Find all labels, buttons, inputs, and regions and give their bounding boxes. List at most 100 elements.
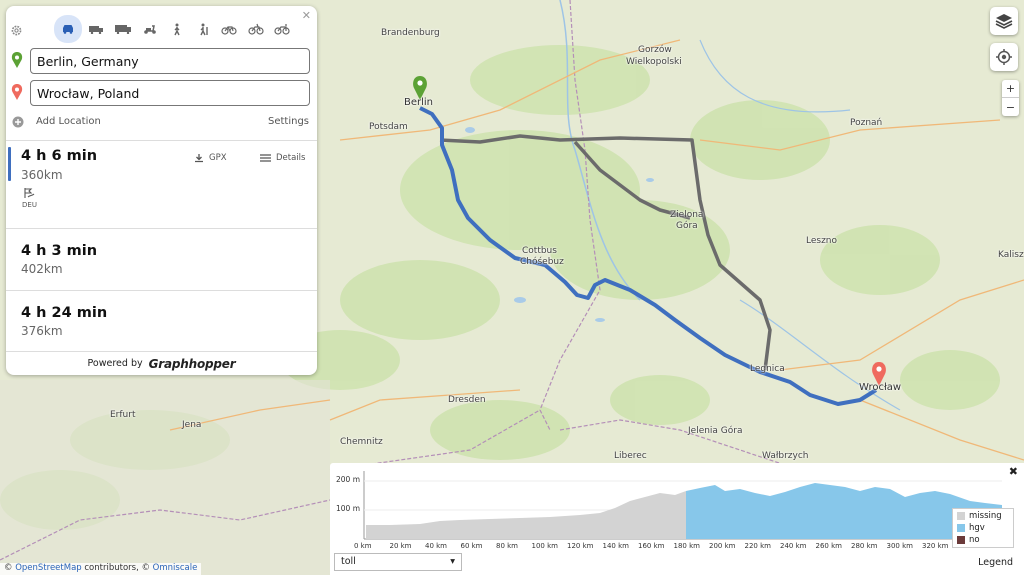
map-label: Kalisz bbox=[998, 250, 1024, 260]
map-label: Leszno bbox=[806, 236, 838, 246]
locate-icon bbox=[996, 49, 1012, 65]
x-tick: 320 km bbox=[922, 542, 949, 550]
border-crossing-icon bbox=[24, 188, 35, 198]
map-label: Poznań bbox=[850, 118, 883, 128]
graphhopper-logo[interactable]: Graphhopper bbox=[149, 357, 236, 371]
chevron-down-icon: ▾ bbox=[450, 556, 455, 567]
gpx-label: GPX bbox=[209, 153, 227, 163]
car-icon[interactable] bbox=[54, 15, 82, 43]
x-tick: 300 km bbox=[886, 542, 913, 550]
legend-toggle[interactable]: Legend bbox=[978, 557, 1013, 568]
x-tick: 220 km bbox=[744, 542, 771, 550]
route-option-2[interactable]: 4 h 3 min 402km bbox=[6, 228, 317, 290]
layers-icon bbox=[995, 14, 1013, 29]
elevation-chart bbox=[363, 471, 1002, 540]
route-option-3[interactable]: 4 h 24 min 376km bbox=[6, 290, 317, 351]
elevation-panel: ✖ 200 m 100 m 0 km 20 km 40 km 60 km 80 km 10… bbox=[330, 463, 1024, 575]
legend-item-hgv: hgv bbox=[957, 522, 1013, 534]
detail-select-value: toll bbox=[341, 556, 356, 567]
racingbike-icon[interactable] bbox=[269, 16, 295, 42]
route-time: 4 h 3 min bbox=[21, 243, 98, 259]
osm-link[interactable]: OpenStreetMap bbox=[15, 563, 81, 573]
layers-button[interactable] bbox=[990, 7, 1018, 35]
powered-by-label: Powered by bbox=[87, 358, 143, 369]
map-label: Gorzów bbox=[638, 45, 672, 55]
add-location-icon[interactable] bbox=[12, 116, 24, 131]
x-tick: 60 km bbox=[460, 542, 483, 550]
zoom-out-button[interactable]: − bbox=[1002, 98, 1019, 116]
map-label: Jena bbox=[182, 420, 202, 430]
map-label: Legnica bbox=[750, 364, 785, 374]
attribution-text: contributors, © bbox=[81, 563, 153, 573]
map-label: Wałbrzych bbox=[762, 451, 809, 461]
x-tick: 20 km bbox=[389, 542, 412, 550]
elevation-legend: missing hgv no bbox=[952, 508, 1014, 548]
settings-link[interactable]: Settings bbox=[268, 116, 309, 127]
selected-route-indicator bbox=[8, 147, 11, 181]
legend-label: hgv bbox=[969, 523, 985, 533]
map-label: Berlin bbox=[404, 97, 434, 108]
to-row bbox=[6, 80, 317, 106]
x-tick: 200 km bbox=[709, 542, 736, 550]
map-label: Erfurt bbox=[110, 410, 136, 420]
x-tick: 0 km bbox=[354, 542, 372, 550]
legend-item-missing: missing bbox=[957, 510, 1013, 522]
map-label: Chemnitz bbox=[340, 437, 383, 447]
omniscale-link[interactable]: Omniscale bbox=[153, 563, 198, 573]
details-label: Details bbox=[276, 153, 306, 163]
add-location-row: Add Location Settings bbox=[6, 114, 317, 132]
x-tick: 80 km bbox=[496, 542, 519, 550]
list-icon bbox=[260, 154, 271, 162]
gpx-download-button[interactable]: GPX bbox=[194, 153, 227, 163]
x-tick: 280 km bbox=[851, 542, 878, 550]
x-tick: 40 km bbox=[425, 542, 448, 550]
small-truck-icon[interactable] bbox=[83, 16, 109, 42]
country-code: DEU bbox=[22, 201, 37, 209]
from-row bbox=[6, 48, 317, 74]
foot-icon[interactable] bbox=[164, 16, 190, 42]
elev-missing-area bbox=[366, 491, 686, 539]
zoom-control: + − bbox=[1002, 80, 1019, 116]
route-distance: 376km bbox=[21, 324, 63, 338]
map-label: Potsdam bbox=[369, 122, 408, 132]
route-option-1[interactable]: 4 h 6 min 360km GPX Details DEU bbox=[6, 140, 317, 228]
bike-icon[interactable] bbox=[216, 16, 242, 42]
route-time: 4 h 24 min bbox=[21, 305, 108, 321]
to-pin-icon bbox=[11, 84, 23, 104]
locate-button[interactable] bbox=[990, 43, 1018, 71]
scooter-icon[interactable] bbox=[137, 16, 163, 42]
from-input[interactable] bbox=[30, 48, 310, 74]
legend-label: no bbox=[969, 535, 980, 545]
map-label: Dresden bbox=[448, 395, 486, 405]
x-tick: 260 km bbox=[815, 542, 842, 550]
truck-icon[interactable] bbox=[110, 16, 136, 42]
detail-select[interactable]: toll ▾ bbox=[334, 553, 462, 571]
map-label: Cottbus bbox=[522, 246, 557, 256]
settings-gear-icon[interactable] bbox=[10, 22, 23, 41]
route-distance: 360km bbox=[21, 168, 63, 182]
mtb-icon[interactable] bbox=[243, 16, 269, 42]
map-label: Wielkopolski bbox=[626, 57, 682, 67]
x-tick: 100 km bbox=[531, 542, 558, 550]
x-tick: 120 km bbox=[567, 542, 594, 550]
map-label: Chóśebuz bbox=[520, 257, 564, 267]
x-tick: 140 km bbox=[602, 542, 629, 550]
zoom-in-button[interactable]: + bbox=[1002, 80, 1019, 98]
details-button[interactable]: Details bbox=[260, 153, 305, 163]
map-attribution: © OpenStreetMap contributors, © Omniscal… bbox=[0, 563, 202, 575]
routing-panel: ✕ Berlin, Germany Wrocław, Poland Add Lo… bbox=[6, 6, 317, 375]
legend-label: missing bbox=[969, 511, 1002, 521]
x-tick: 160 km bbox=[638, 542, 665, 550]
route-distance: 402km bbox=[21, 262, 63, 276]
map-label: Liberec bbox=[614, 451, 647, 461]
map-label: Jelenia Góra bbox=[688, 426, 743, 436]
copyright-mark: © bbox=[4, 563, 16, 573]
legend-item-no: no bbox=[957, 534, 1013, 546]
route-time: 4 h 6 min bbox=[21, 148, 98, 164]
to-input[interactable] bbox=[30, 80, 310, 106]
hike-icon[interactable] bbox=[190, 16, 216, 42]
download-icon bbox=[195, 154, 203, 163]
country-badge: DEU bbox=[22, 187, 37, 209]
add-location-link[interactable]: Add Location bbox=[36, 116, 101, 127]
y-tick: 200 m bbox=[336, 475, 361, 484]
